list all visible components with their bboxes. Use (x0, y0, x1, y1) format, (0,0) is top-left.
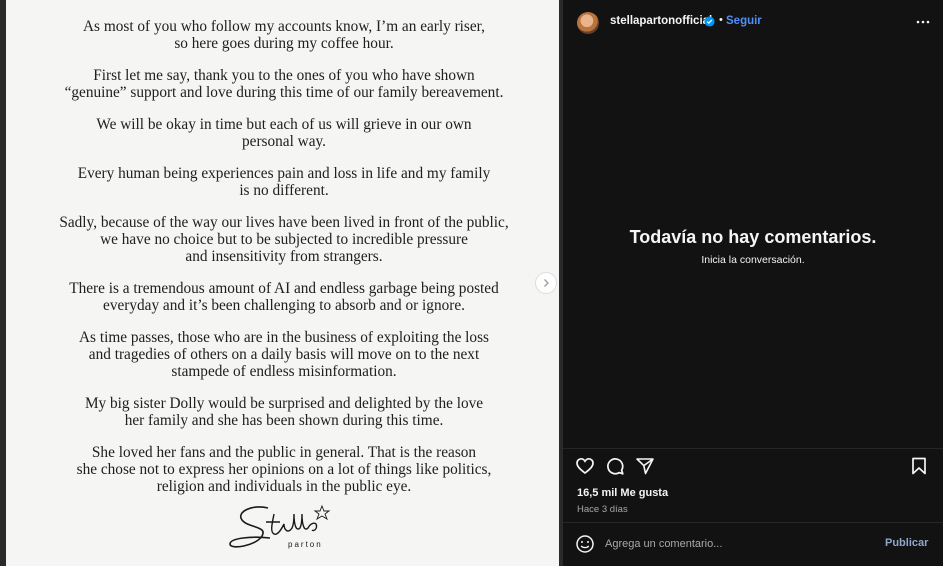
letter-paragraph: My big sister Dolly would be surprised a… (14, 395, 554, 429)
letter-line: is no different. (239, 182, 329, 199)
letter-line: and insensitivity from strangers. (185, 248, 383, 265)
letter-line: and tragedies of others on a daily basis… (88, 346, 480, 363)
letter-paragraph: There is a tremendous amount of AI and e… (14, 280, 554, 314)
letter-line: everyday and it’s been challenging to ab… (103, 297, 465, 314)
separator-dot: • (719, 14, 723, 26)
letter-line: She loved her fans and the public in gen… (91, 444, 477, 461)
next-image-button[interactable] (535, 272, 557, 294)
no-comments-subtitle: Inicia la conversación. (701, 254, 805, 266)
emoji-icon[interactable] (575, 534, 595, 554)
comment-input[interactable] (605, 535, 875, 553)
letter-line: My big sister Dolly would be surprised a… (84, 395, 484, 412)
comment-icon[interactable] (605, 456, 625, 476)
letter-paragraph: As time passes, those who are in the bus… (14, 329, 554, 380)
letter-line: so here goes during my coffee hour. (174, 35, 394, 52)
share-icon[interactable] (635, 456, 655, 476)
verified-badge-icon (704, 16, 715, 27)
post-image: As most of you who follow my accounts kn… (0, 0, 563, 566)
letter-paragraph: First let me say, thank you to the ones … (14, 67, 554, 101)
letter-line: her family and she has been shown during… (124, 412, 444, 429)
letter-paragraph: Every human being experiences pain and l… (14, 165, 554, 199)
comment-divider (563, 522, 943, 523)
signature-subtext: parton (288, 540, 323, 549)
post-timestamp[interactable]: Hace 3 días (577, 504, 628, 515)
letter-line: There is a tremendous amount of AI and e… (69, 280, 499, 297)
letter-line: religion and individuals in the public e… (156, 478, 412, 495)
letter-line: we have no choice but to be subjected to… (100, 231, 468, 248)
heart-icon[interactable] (575, 456, 595, 476)
letter-text: As most of you who follow my accounts kn… (14, 18, 554, 510)
letter-line: As time passes, those who are in the bus… (79, 329, 489, 346)
letter-paragraph: As most of you who follow my accounts kn… (14, 18, 554, 52)
letter-line: We will be okay in time but each of us w… (96, 116, 472, 133)
username-link[interactable]: stellapartonofficial (610, 15, 712, 27)
more-options-icon[interactable] (915, 14, 931, 30)
signature-logo: parton (229, 504, 331, 549)
letter-line: Every human being experiences pain and l… (77, 165, 491, 182)
letter-line: personal way. (242, 133, 326, 150)
post-header: stellapartonofficial • Seguir (563, 0, 943, 46)
post-side-panel: stellapartonofficial • Seguir Todavía no… (563, 0, 943, 566)
letter-paragraph: She loved her fans and the public in gen… (14, 444, 554, 495)
image-edge-left (0, 0, 6, 566)
avatar[interactable] (577, 12, 599, 34)
bookmark-icon[interactable] (909, 456, 929, 476)
letter-line: Sadly, because of the way our lives have… (59, 214, 509, 231)
letter-paragraph: Sadly, because of the way our lives have… (14, 214, 554, 265)
follow-button[interactable]: Seguir (726, 15, 762, 27)
letter-line: stampede of endless misinformation. (171, 363, 397, 380)
actions-divider (563, 448, 943, 449)
no-comments-title: Todavía no hay comentarios. (629, 227, 877, 247)
publish-button[interactable]: Publicar (885, 537, 928, 549)
likes-count[interactable]: 16,5 mil Me gusta (577, 487, 668, 499)
letter-line: As most of you who follow my accounts kn… (83, 18, 485, 35)
chevron-right-icon (544, 279, 549, 287)
letter-line: First let me say, thank you to the ones … (93, 67, 475, 84)
letter-line: she chose not to express her opinions on… (76, 461, 492, 478)
letter-paragraph: We will be okay in time but each of us w… (14, 116, 554, 150)
letter-line: “genuine” support and love during this t… (64, 84, 504, 101)
